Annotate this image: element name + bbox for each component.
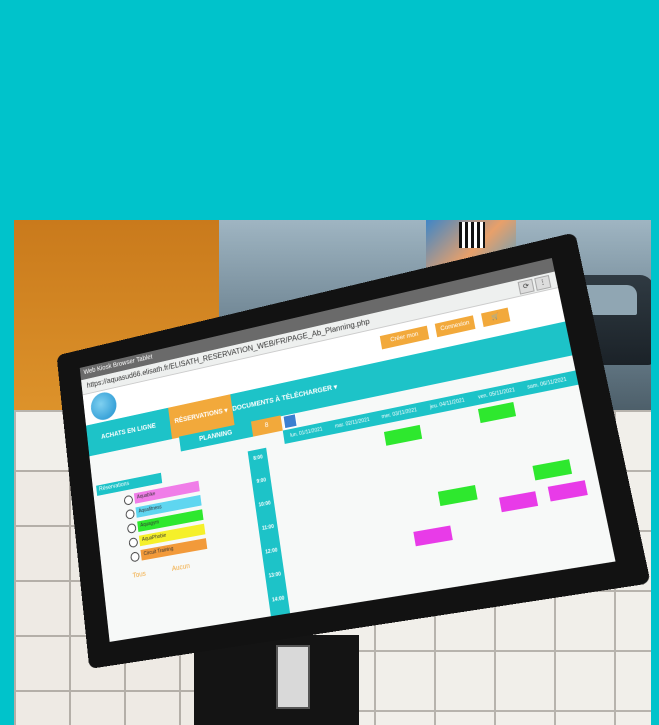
filter-aquagym[interactable]: Aquagym bbox=[126, 509, 204, 534]
time-label: 10:00 bbox=[258, 500, 272, 509]
time-label: 8:00 bbox=[253, 454, 264, 462]
radio-button[interactable] bbox=[126, 522, 137, 534]
site-logo bbox=[89, 389, 118, 423]
event-block[interactable] bbox=[477, 401, 517, 424]
event-block[interactable] bbox=[383, 424, 423, 446]
qr-code bbox=[459, 222, 485, 248]
stand-panel bbox=[276, 645, 310, 709]
day-label: jeu. 04/11/2021 bbox=[429, 397, 466, 411]
day-label: mer. 03/11/2021 bbox=[381, 407, 418, 421]
time-label: 13:00 bbox=[268, 571, 282, 580]
filter-aquafitness[interactable]: Aquafitness bbox=[125, 494, 202, 520]
create-account-button[interactable]: Créer mon compte bbox=[379, 325, 430, 356]
login-button[interactable]: Connexion bbox=[434, 315, 476, 338]
filter-circuit-training[interactable]: Circuit Training bbox=[130, 538, 208, 563]
time-label: 14:00 bbox=[271, 595, 285, 604]
radio-button[interactable] bbox=[125, 508, 135, 520]
day-label: sam. 06/11/2021 bbox=[526, 376, 568, 391]
time-label: 11:00 bbox=[261, 523, 275, 532]
event-block[interactable] bbox=[437, 485, 478, 507]
event-block[interactable] bbox=[499, 491, 539, 513]
photo: Web Kiosk Browser Tablet https://aquasud… bbox=[14, 220, 651, 725]
radio-button[interactable] bbox=[128, 537, 139, 549]
day-label: ven. 05/11/2021 bbox=[477, 387, 516, 401]
refresh-icon[interactable]: ⟳ bbox=[517, 278, 535, 295]
cart-icon[interactable]: 🛒 bbox=[481, 307, 511, 328]
filter-aquaphobie[interactable]: AquaPhobie bbox=[128, 523, 206, 549]
event-block[interactable] bbox=[532, 459, 573, 481]
event-block[interactable] bbox=[547, 480, 588, 502]
time-label: 9:00 bbox=[256, 477, 267, 485]
time-column: 8:00 9:00 10:00 11:00 12:00 13:00 14:00 bbox=[247, 447, 291, 617]
radio-button[interactable] bbox=[123, 494, 134, 506]
filter-aquabike[interactable]: Aquabike bbox=[123, 480, 200, 506]
menu-icon[interactable]: ⋮ bbox=[534, 274, 552, 291]
select-all-link[interactable]: Tous bbox=[132, 571, 146, 580]
background-band bbox=[0, 0, 659, 220]
radio-button[interactable] bbox=[130, 551, 140, 563]
day-label: mar. 02/11/2021 bbox=[334, 416, 371, 430]
event-block[interactable] bbox=[413, 525, 453, 547]
select-none-link[interactable]: Aucun bbox=[172, 563, 191, 573]
reservation-filter: Réservations Aquabike Aquafitness Aquagy… bbox=[92, 456, 239, 595]
time-label: 12:00 bbox=[264, 547, 278, 556]
